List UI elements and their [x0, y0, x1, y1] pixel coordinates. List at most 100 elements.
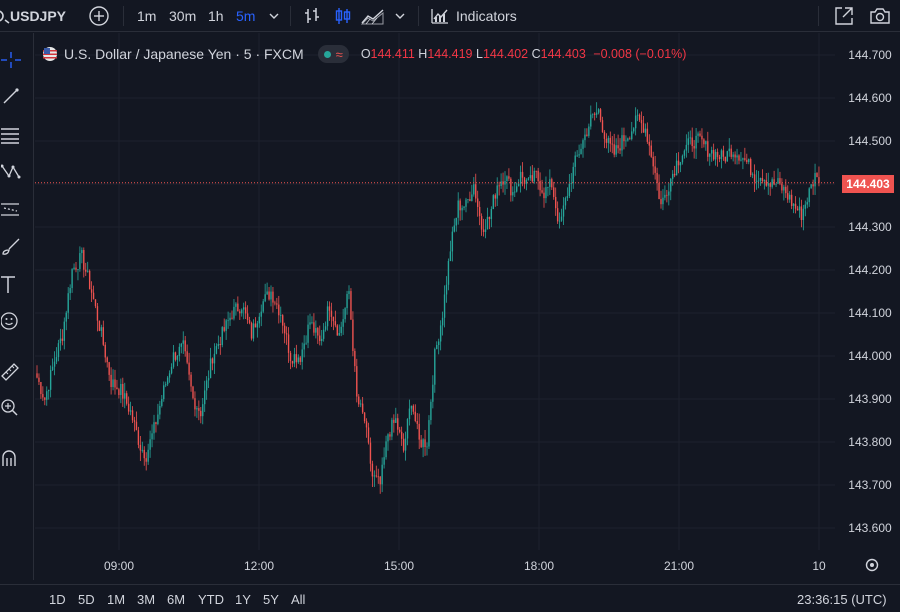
candle-body: [584, 134, 586, 141]
range-6m[interactable]: 6M: [167, 585, 185, 612]
candle-body: [685, 144, 688, 151]
bar-style-button[interactable]: [303, 0, 321, 32]
pattern-tool[interactable]: [0, 159, 22, 185]
magnet-tool[interactable]: [0, 445, 22, 471]
candle-body: [461, 207, 463, 211]
toolbar-divider: [818, 6, 819, 26]
area-style-button[interactable]: [361, 0, 385, 32]
candle-body: [740, 159, 742, 161]
bottom-toolbar: 1D 5D 1M 3M 6M YTD 1Y 5Y All 23:36:15 (U…: [0, 584, 900, 612]
candle-body: [406, 419, 409, 439]
candle-body: [137, 430, 140, 445]
candle-body: [477, 198, 479, 207]
chart-pane[interactable]: 144.700144.600144.500144.400144.300144.2…: [35, 33, 900, 580]
candle-body: [556, 208, 559, 222]
crosshair-tool[interactable]: [0, 47, 22, 73]
compare-button[interactable]: [88, 0, 110, 32]
candle-body: [646, 128, 649, 142]
text-tool[interactable]: [0, 271, 22, 297]
candle-body: [607, 137, 610, 143]
candle-body: [342, 319, 344, 327]
candle-body: [603, 132, 606, 139]
fullscreen-button[interactable]: [833, 0, 855, 32]
fib-tool[interactable]: [0, 122, 22, 148]
candle-body: [728, 148, 730, 152]
interval-5m[interactable]: 5m: [236, 0, 255, 32]
candle-body: [677, 160, 680, 166]
candle-body: [521, 171, 524, 178]
range-5d[interactable]: 5D: [78, 585, 95, 612]
candle-body: [670, 178, 672, 192]
candle-body: [623, 135, 625, 142]
candle-body: [818, 177, 820, 183]
symbol-title[interactable]: U.S. Dollar / Japanese Yen · 5 · FXCM: [64, 46, 304, 62]
candle-body: [714, 151, 717, 160]
candle-body: [638, 114, 641, 120]
low-value: 144.402: [482, 47, 529, 61]
camera-icon: [870, 8, 890, 24]
candle-body: [161, 399, 163, 406]
candles-style-button[interactable]: [334, 0, 352, 32]
candle-body: [751, 174, 754, 176]
chart-legend: U.S. Dollar / Japanese Yen · 5 · FXCM ≈ …: [42, 44, 686, 64]
range-ytd[interactable]: YTD: [198, 585, 224, 612]
candle-body: [594, 113, 596, 115]
candle-body: [120, 383, 122, 396]
candle-body: [163, 385, 165, 400]
candle-body: [759, 177, 762, 181]
candle-body: [221, 327, 223, 345]
indicators-button[interactable]: Indicators: [430, 0, 517, 32]
candle-body: [182, 340, 184, 344]
zoom-tool[interactable]: [0, 395, 22, 421]
interval-30m[interactable]: 30m: [169, 0, 196, 32]
ruler-tool[interactable]: [0, 358, 22, 384]
candle-body: [272, 291, 274, 303]
brush-tool[interactable]: [0, 233, 22, 259]
candle-body: [496, 185, 498, 199]
range-all[interactable]: All: [291, 585, 305, 612]
price-chart[interactable]: 144.700144.600144.500144.400144.300144.2…: [35, 33, 900, 580]
market-status-badge[interactable]: ≈: [317, 45, 349, 63]
candle-body: [755, 180, 758, 182]
high-value: 144.419: [427, 47, 473, 61]
snapshot-button[interactable]: [868, 0, 892, 32]
candle-body: [223, 327, 225, 331]
candle-body: [262, 301, 264, 312]
axis-settings-button[interactable]: [865, 558, 879, 572]
range-1m[interactable]: 1M: [107, 585, 125, 612]
candle-body: [691, 137, 693, 147]
indicators-label: Indicators: [456, 8, 517, 24]
interval-1h[interactable]: 1h: [208, 0, 224, 32]
candle-body: [726, 151, 728, 162]
chevron-down-icon: [269, 13, 279, 19]
area-chart-icon: [361, 9, 384, 25]
utc-clock[interactable]: 23:36:15 (UTC): [797, 585, 887, 612]
range-3m[interactable]: 3M: [137, 585, 155, 612]
candle-body: [410, 405, 413, 409]
candle-body: [673, 173, 676, 176]
price-tick-label: 144.200: [848, 263, 892, 277]
candle-body: [428, 420, 430, 447]
candle-body: [219, 343, 221, 345]
candle-body: [697, 133, 699, 136]
range-5y[interactable]: 5Y: [263, 585, 279, 612]
candle-body: [385, 441, 387, 458]
candle-body: [268, 291, 270, 300]
interval-1m[interactable]: 1m: [137, 0, 156, 32]
candle-body: [580, 148, 582, 155]
candle-body: [61, 338, 64, 341]
emoji-tool[interactable]: [0, 308, 22, 334]
chart-style-dropdown[interactable]: [394, 0, 406, 32]
text-icon: [1, 276, 15, 293]
interval-dropdown[interactable]: [268, 0, 280, 32]
symbol-search[interactable]: USDJPY: [0, 0, 66, 32]
expand-icon: [835, 7, 853, 25]
candle-body: [375, 475, 377, 477]
trend-line-tool[interactable]: [0, 83, 22, 109]
candle-body: [377, 476, 379, 478]
candle-body: [633, 128, 635, 132]
candle-body: [381, 464, 383, 485]
forecast-tool[interactable]: [0, 197, 22, 223]
range-1d[interactable]: 1D: [49, 585, 66, 612]
range-1y[interactable]: 1Y: [235, 585, 251, 612]
